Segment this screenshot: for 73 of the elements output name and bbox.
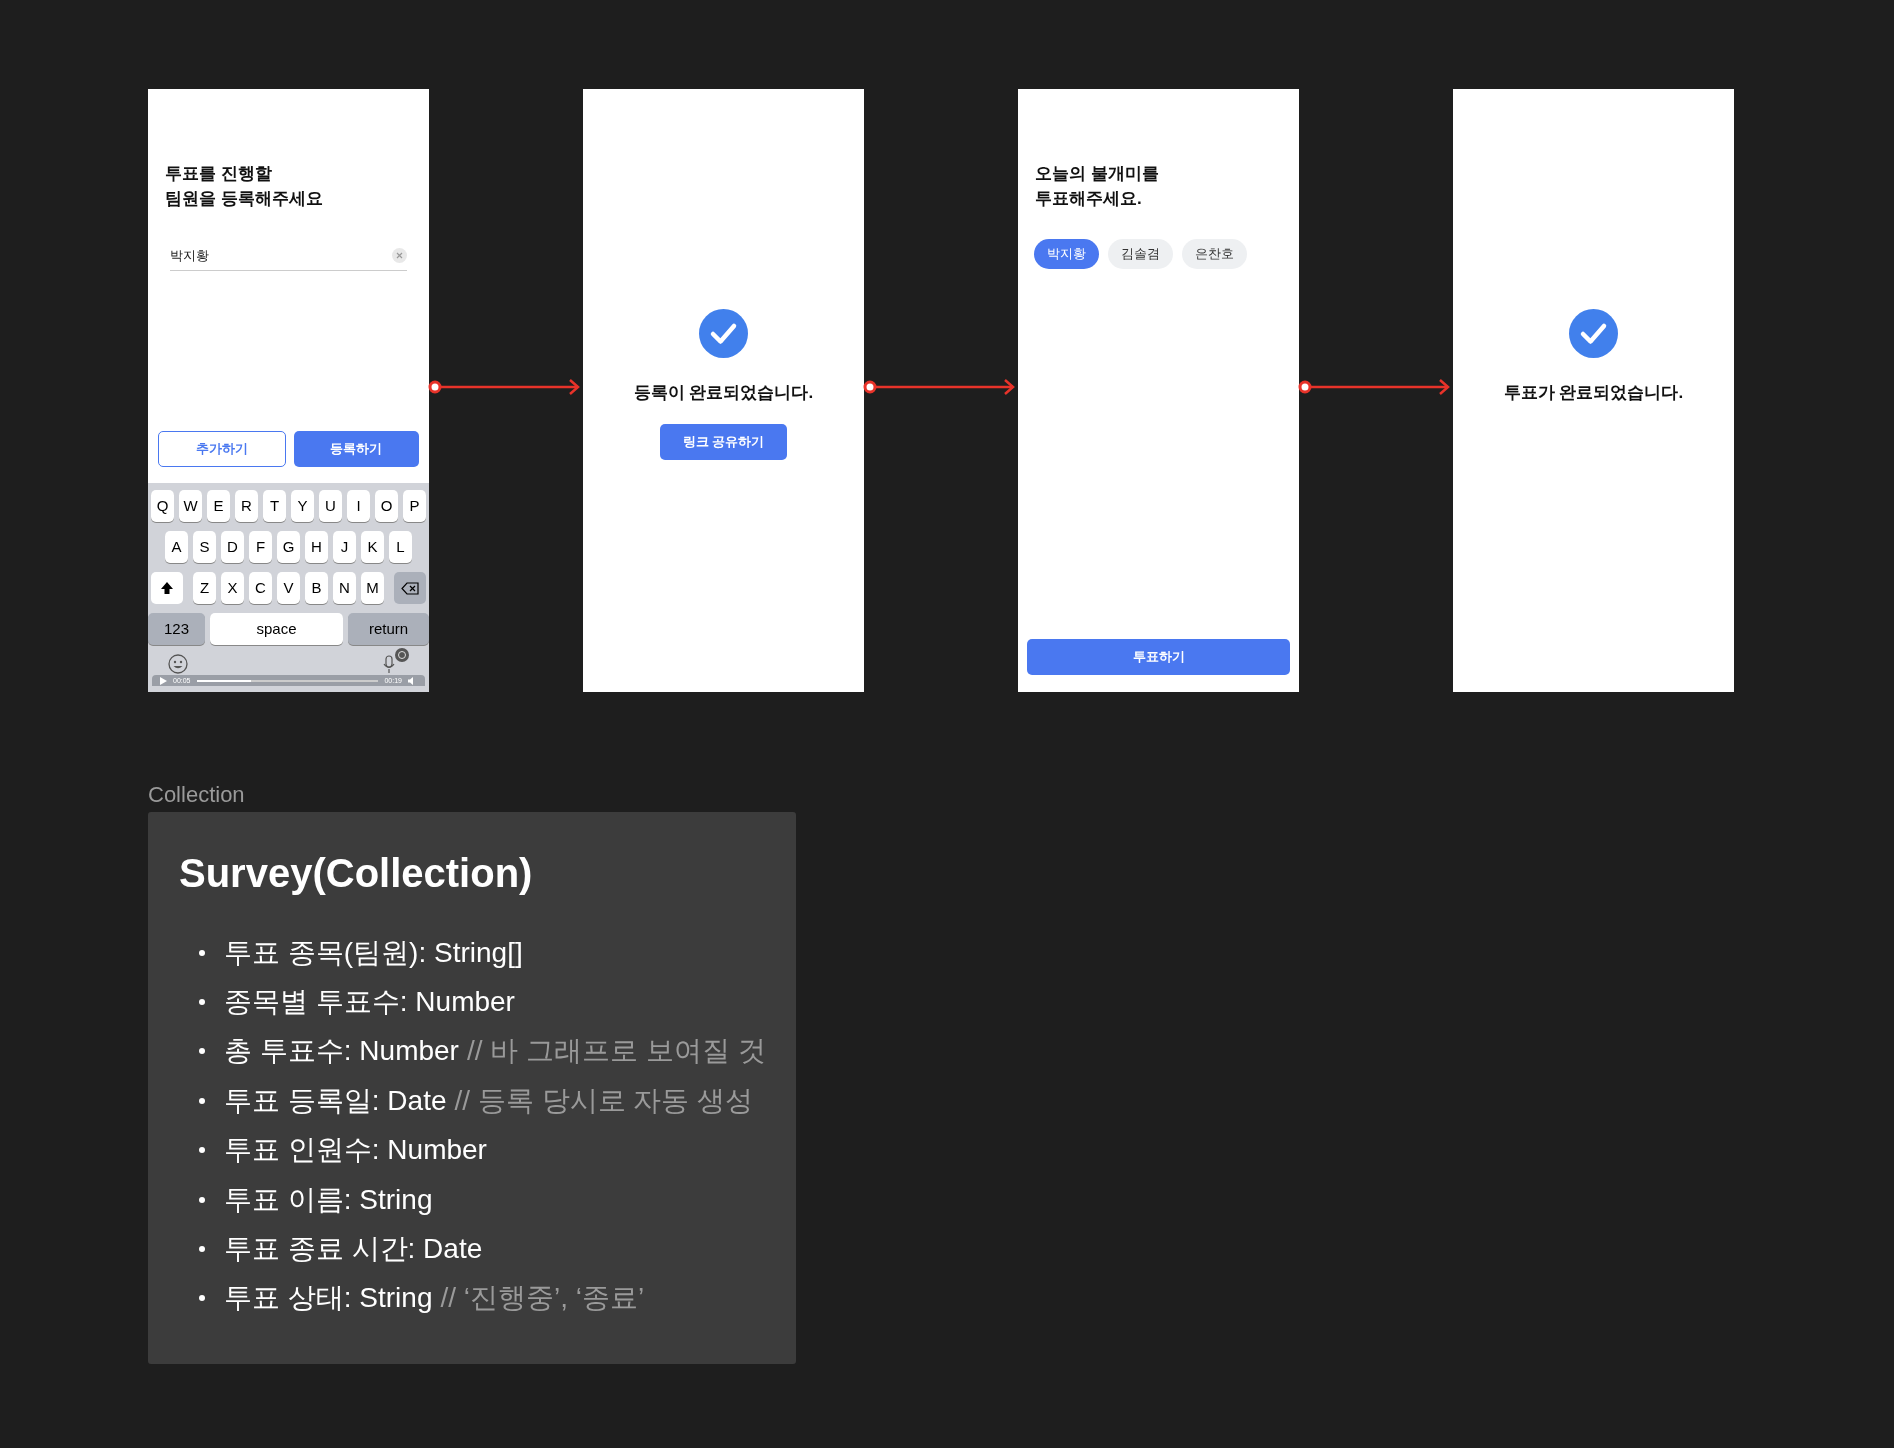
keyboard-key[interactable]: B — [305, 572, 328, 604]
keyboard-key[interactable]: D — [221, 531, 244, 563]
name-input-field[interactable]: 박지황 — [170, 241, 407, 271]
field-text: 투표 종목(팀원): String[] — [224, 935, 523, 970]
field-text: 투표 등록일: Date — [224, 1083, 447, 1118]
bullet-icon — [199, 1097, 205, 1104]
field-text: 투표 이름: String — [224, 1182, 433, 1217]
completion-message: 투표가 완료되었습니다. — [1503, 382, 1684, 404]
candidate-chip[interactable]: 은찬호 — [1182, 239, 1247, 269]
keyboard-key[interactable]: C — [249, 572, 272, 604]
add-button[interactable]: 추가하기 — [158, 431, 286, 467]
share-link-button[interactable]: 링크 공유하기 — [660, 423, 787, 460]
keyboard-key[interactable]: return — [348, 613, 429, 645]
keyboard-key[interactable]: X — [221, 572, 244, 604]
keyboard-key[interactable]: H — [305, 531, 328, 563]
keyboard-key[interactable]: F — [249, 531, 272, 563]
keyboard-key[interactable]: U — [319, 490, 342, 522]
keyboard-key[interactable]: V — [277, 572, 300, 604]
field-text: 총 투표수: Number — [224, 1034, 459, 1069]
keyboard-key[interactable]: M — [361, 572, 384, 604]
candidate-chip[interactable]: 박지황 — [1034, 239, 1099, 269]
keyboard-key[interactable]: L — [389, 531, 412, 563]
field-text: 투표 상태: String — [224, 1281, 433, 1316]
bullet-icon — [199, 1048, 205, 1055]
field-text: 종목별 투표수: Number — [224, 985, 515, 1020]
bullet-icon — [199, 1147, 205, 1154]
clear-icon[interactable] — [392, 248, 407, 263]
keyboard-key[interactable]: O — [375, 490, 398, 522]
keyboard-key[interactable]: K — [361, 531, 384, 563]
keyboard-key[interactable]: A — [165, 531, 188, 563]
keyboard-key[interactable]: T — [263, 490, 286, 522]
checkmark-circle-icon — [699, 309, 748, 358]
keyboard-key[interactable]: Q — [151, 490, 174, 522]
microphone-icon[interactable] — [383, 654, 395, 674]
play-icon[interactable] — [160, 676, 167, 685]
register-button[interactable]: 등록하기 — [293, 431, 419, 467]
field-text: 투표 종료 시간: Date — [224, 1232, 483, 1267]
keyboard-key[interactable]: 123 — [148, 613, 205, 645]
keyboard-key[interactable]: Y — [291, 490, 314, 522]
shift-key[interactable] — [151, 572, 183, 604]
keyboard-key[interactable]: J — [333, 531, 356, 563]
keyboard-key[interactable]: E — [207, 490, 230, 522]
emoji-icon[interactable] — [168, 654, 188, 674]
candidate-chip[interactable]: 김솔겸 — [1108, 239, 1173, 269]
bullet-icon — [199, 999, 205, 1006]
vote-button[interactable]: 투표하기 — [1027, 639, 1290, 675]
keyboard-key[interactable]: S — [193, 531, 216, 563]
keyboard-key[interactable]: Z — [193, 572, 216, 604]
keyboard-key[interactable]: P — [403, 490, 426, 522]
bullet-icon — [199, 1246, 205, 1253]
keyboard-key[interactable]: N — [333, 572, 356, 604]
checkmark-circle-icon — [1569, 309, 1618, 358]
up-arrow-icon — [160, 581, 174, 595]
screen-heading: 오늘의 불개미를 투표해주세요. — [1035, 163, 1160, 210]
card-title: Survey(Collection) — [179, 850, 534, 897]
backspace-icon — [401, 581, 419, 595]
keyboard-key[interactable]: space — [210, 613, 343, 645]
screen-heading: 투표를 진행할 팀원을 등록해주세요 — [165, 163, 324, 210]
field-text: 투표 인원수: Number — [224, 1133, 487, 1168]
bullet-icon — [199, 1196, 205, 1203]
keyboard-switch-icon[interactable] — [395, 648, 409, 662]
keyboard-key[interactable]: G — [277, 531, 300, 563]
bullet-icon — [199, 1295, 205, 1302]
keyboard-key[interactable]: W — [179, 490, 202, 522]
keyboard-key[interactable]: I — [347, 490, 370, 522]
comment-text: // 바 그래프로 보여질 것 — [466, 1034, 766, 1069]
keyboard-key[interactable]: R — [235, 490, 258, 522]
backspace-key[interactable] — [394, 572, 426, 604]
comment-text: // 등록 당시로 자동 생성 — [454, 1083, 754, 1118]
section-label: Collection — [148, 782, 246, 808]
comment-text: // ‘진행중’, ‘종료’ — [440, 1281, 645, 1316]
completion-message: 등록이 완료되었습니다. — [633, 382, 814, 404]
bullet-icon — [199, 949, 205, 956]
